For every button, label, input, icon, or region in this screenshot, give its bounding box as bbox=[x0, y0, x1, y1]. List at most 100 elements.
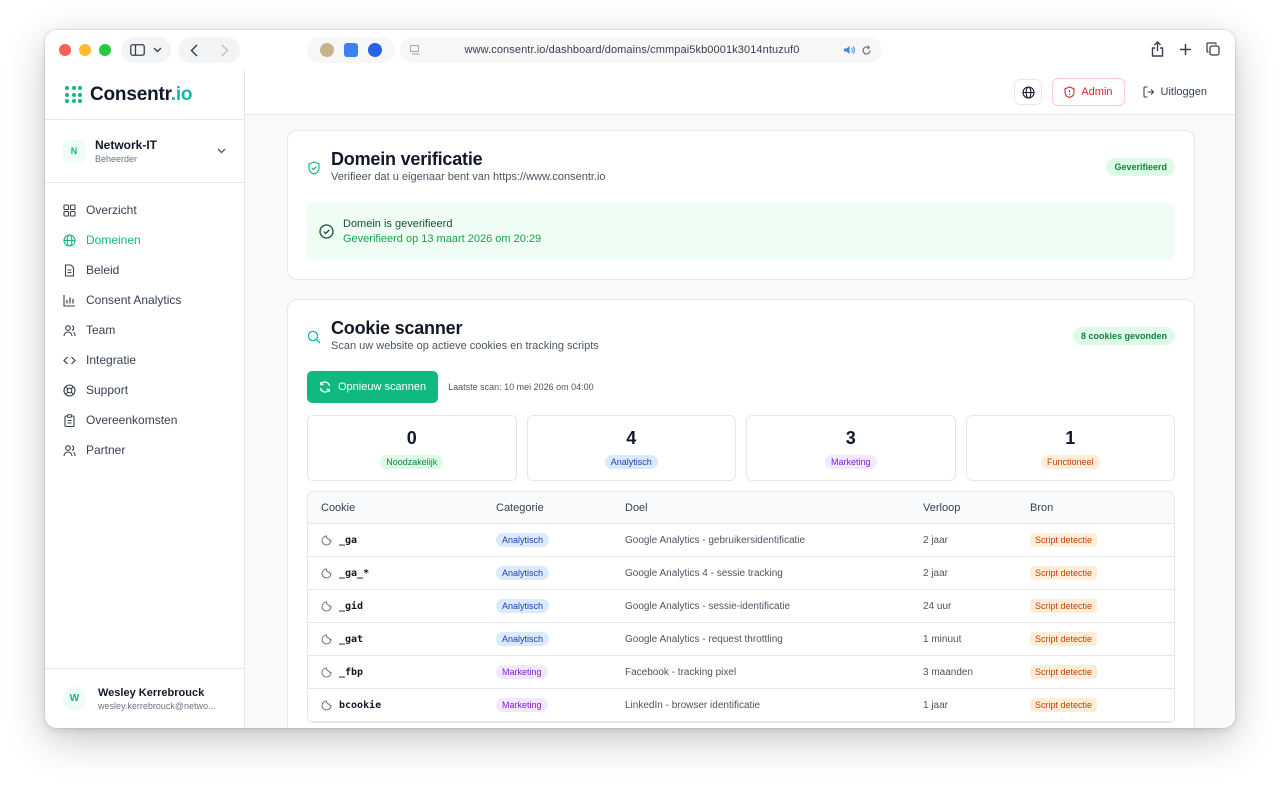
sidebar-item-integratie[interactable]: Integratie bbox=[45, 345, 244, 375]
sidebar-item-support[interactable]: Support bbox=[45, 375, 244, 405]
category-cell: Analytisch bbox=[496, 631, 625, 646]
source-pill: Script detectie bbox=[1030, 598, 1098, 613]
sidebar-item-label: Support bbox=[86, 383, 129, 397]
sidebar-item-overeenkomsten[interactable]: Overeenkomsten bbox=[45, 405, 244, 435]
verification-status-box: Domein is geverifieerd Geverifieerd op 1… bbox=[307, 203, 1175, 260]
minimize-window-button[interactable] bbox=[79, 44, 91, 56]
stat-card-noodzakelijk: 0 Noodzakelijk bbox=[307, 415, 517, 481]
purpose-cell: Google Analytics - gebruikersidentificat… bbox=[625, 534, 806, 546]
user-profile[interactable]: W Wesley Kerrebrouck wesley.kerrebrouck@… bbox=[45, 668, 244, 728]
avatar: W bbox=[63, 686, 86, 711]
table-row[interactable]: _gat Analytisch Google Analytics - reque… bbox=[308, 623, 1174, 656]
cookie-icon bbox=[321, 567, 332, 578]
card-subtitle: Scan uw website op actieve cookies en tr… bbox=[331, 340, 599, 352]
new-tab-icon[interactable] bbox=[1177, 39, 1193, 59]
sidebar-item-beleid[interactable]: Beleid bbox=[45, 255, 244, 285]
sidebar-item-domeinen[interactable]: Domeinen bbox=[45, 225, 244, 255]
clipboard-icon bbox=[64, 413, 75, 427]
cookie-icon bbox=[321, 600, 332, 611]
user-email: wesley.kerrebrouck@netwo... bbox=[98, 700, 216, 711]
window-controls bbox=[59, 44, 111, 56]
table-row[interactable]: _ga_* Analytisch Google Analytics 4 - se… bbox=[308, 557, 1174, 590]
close-window-button[interactable] bbox=[59, 44, 71, 56]
outlook-icon[interactable] bbox=[344, 43, 358, 57]
table-row[interactable]: _ga Analytisch Google Analytics - gebrui… bbox=[308, 524, 1174, 557]
browser-titlebar: www.consentr.io/dashboard/domains/cmmpai… bbox=[45, 30, 1235, 70]
globe-favicon-icon[interactable] bbox=[368, 43, 382, 57]
cookie-cell: _fbp bbox=[308, 667, 496, 678]
cookie-name: _ga_* bbox=[339, 567, 370, 579]
stat-card-analytisch: 4 Analytisch bbox=[526, 415, 736, 481]
org-role: Beheerder bbox=[95, 154, 138, 164]
main-content: Domein verificatie Verifieer dat u eigen… bbox=[245, 115, 1235, 728]
card-title: Cookie scanner bbox=[331, 318, 463, 338]
sidebar-item-label: Overeenkomsten bbox=[86, 413, 178, 427]
maximize-window-button[interactable] bbox=[99, 44, 111, 56]
column-header-doel[interactable]: Doel bbox=[625, 502, 923, 514]
sidebar: Consentr.io N Network-IT Beheerder Overz… bbox=[45, 70, 245, 728]
category-cell: Analytisch bbox=[496, 565, 625, 580]
source-pill: Script detectie bbox=[1030, 565, 1098, 580]
cookie-name: bcookie bbox=[339, 699, 382, 711]
sidebar-item-team[interactable]: Team bbox=[45, 315, 244, 345]
column-header-cookie[interactable]: Cookie bbox=[308, 502, 496, 514]
logout-button[interactable]: Uitloggen bbox=[1135, 78, 1215, 106]
source-pill: Script detectie bbox=[1030, 532, 1098, 547]
cookie-icon bbox=[321, 666, 332, 677]
organization-switcher[interactable]: N Network-IT Beheerder bbox=[45, 120, 244, 183]
category-cell: Analytisch bbox=[496, 532, 625, 547]
history-nav bbox=[178, 37, 240, 63]
sidebar-item-label: Beleid bbox=[86, 263, 120, 277]
column-header-categorie[interactable]: Categorie bbox=[496, 502, 625, 514]
card-header: Cookie scanner Scan uw website op actiev… bbox=[288, 300, 1194, 352]
sidebar-item-label: Team bbox=[86, 323, 116, 337]
app-topbar: Admin Uitloggen bbox=[245, 70, 1235, 115]
stat-count: 4 bbox=[626, 427, 637, 448]
admin-button[interactable]: Admin bbox=[1052, 78, 1125, 106]
favorite-site-icon[interactable] bbox=[320, 43, 334, 57]
favorites-bar bbox=[307, 37, 395, 63]
shield-icon bbox=[1064, 86, 1075, 98]
stat-card-marketing: 3 Marketing bbox=[746, 415, 956, 481]
tab-overview-icon[interactable] bbox=[1205, 39, 1221, 59]
browser-window: www.consentr.io/dashboard/domains/cmmpai… bbox=[45, 30, 1235, 728]
card-header: Domein verificatie Verifieer dat u eigen… bbox=[288, 131, 1194, 183]
cookie-name: _gid bbox=[339, 600, 364, 612]
share-icon[interactable] bbox=[1149, 39, 1165, 59]
column-header-bron[interactable]: Bron bbox=[1030, 502, 1174, 514]
org-info: Network-IT Beheerder bbox=[95, 138, 207, 164]
brand-logo[interactable]: Consentr.io bbox=[45, 70, 244, 120]
table-row[interactable]: _fbp Marketing Facebook - tracking pixel… bbox=[308, 656, 1174, 689]
expiry-cell: 2 jaar bbox=[923, 534, 949, 546]
user-name: Wesley Kerrebrouck bbox=[98, 686, 205, 699]
source-cell: Script detectie bbox=[1030, 565, 1174, 580]
cookie-cell: bcookie bbox=[308, 700, 496, 711]
stat-card-functioneel: 1 Functioneel bbox=[965, 415, 1175, 481]
page-menu-icon[interactable] bbox=[410, 45, 421, 55]
grid-icon bbox=[63, 203, 76, 217]
source-cell: Script detectie bbox=[1030, 631, 1174, 646]
sidebar-item-consent-analytics[interactable]: Consent Analytics bbox=[45, 285, 244, 315]
forward-icon[interactable] bbox=[220, 43, 229, 57]
reload-icon[interactable] bbox=[861, 44, 872, 56]
sidebar-item-overzicht[interactable]: Overzicht bbox=[45, 195, 244, 225]
cookie-table: Cookie Categorie Doel Verloop Bron _ga A… bbox=[307, 491, 1175, 723]
cookie-icon bbox=[321, 633, 332, 644]
table-row[interactable]: bcookie Marketing LinkedIn - browser ide… bbox=[308, 689, 1174, 722]
language-button[interactable] bbox=[1014, 79, 1043, 105]
speaker-icon[interactable] bbox=[843, 45, 855, 55]
table-header: Cookie Categorie Doel Verloop Bron bbox=[308, 492, 1174, 524]
address-bar[interactable]: www.consentr.io/dashboard/domains/cmmpai… bbox=[400, 37, 882, 63]
sidebar-item-partner[interactable]: Partner bbox=[45, 435, 244, 465]
column-header-verloop[interactable]: Verloop bbox=[923, 502, 1030, 514]
rescan-button[interactable]: Opnieuw scannen bbox=[307, 371, 439, 403]
table-row[interactable]: _gid Analytisch Google Analytics - sessi… bbox=[308, 590, 1174, 623]
logout-icon bbox=[1142, 86, 1154, 98]
browser-actions bbox=[1149, 39, 1221, 59]
sidebar-toggle-button[interactable] bbox=[121, 37, 171, 63]
back-icon[interactable] bbox=[189, 43, 198, 57]
purpose-cell: Google Analytics 4 - sessie tracking bbox=[625, 567, 783, 579]
card-subtitle: Verifieer dat u eigenaar bent van https:… bbox=[331, 171, 606, 183]
logo-mark-icon bbox=[65, 86, 82, 103]
rescan-label: Opnieuw scannen bbox=[338, 381, 427, 393]
